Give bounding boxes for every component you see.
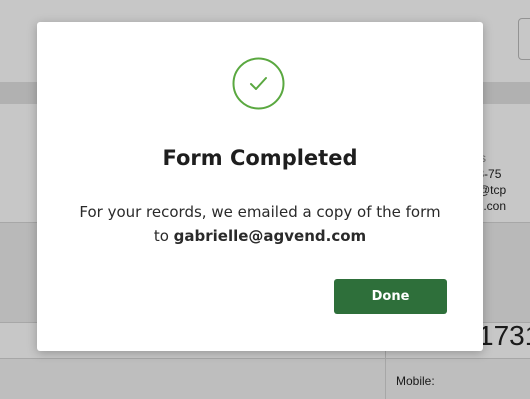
form-completed-dialog: Form Completed For your records, we emai… — [37, 22, 483, 351]
page: acts 293-75 ort@tcp .tcp.con 1731 Mobile… — [0, 0, 530, 399]
done-button[interactable]: Done — [334, 279, 447, 314]
dialog-title: Form Completed — [162, 146, 358, 170]
dialog-email: gabrielle@agvend.com — [173, 227, 367, 245]
dialog-message: For your records, we emailed a copy of t… — [77, 200, 443, 248]
check-circle-icon — [232, 57, 285, 110]
